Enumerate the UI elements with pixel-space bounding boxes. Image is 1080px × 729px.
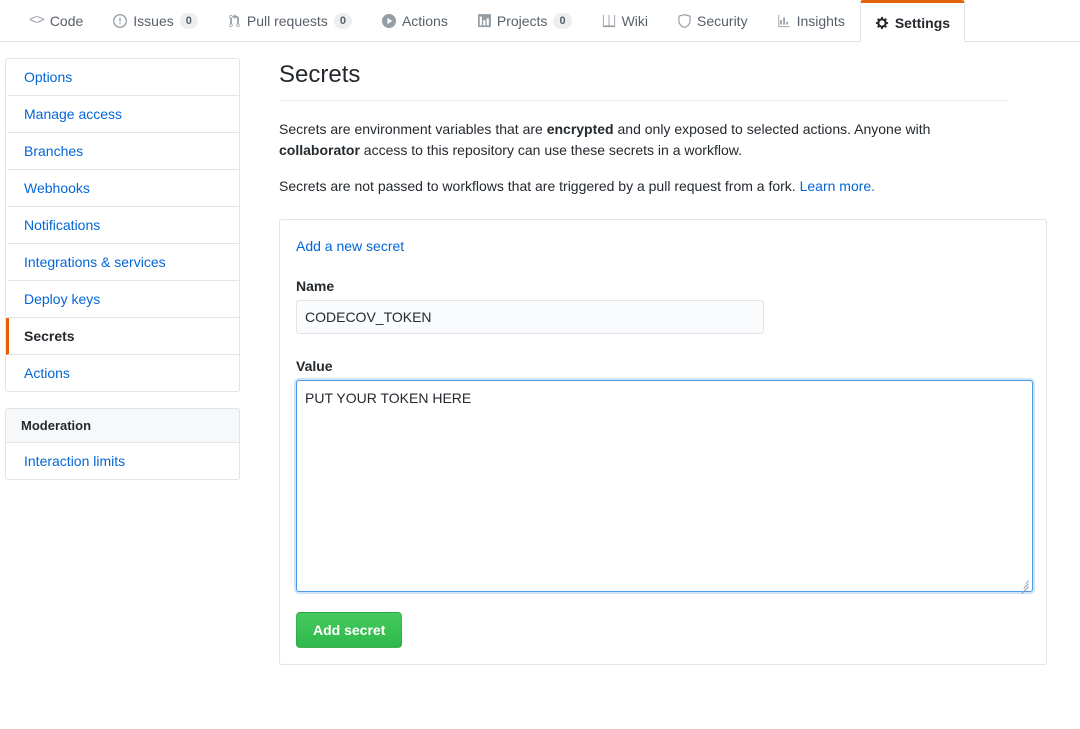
- sidebar-item-label: Options: [24, 69, 72, 85]
- sidebar-item-actions[interactable]: Actions: [6, 355, 239, 391]
- graph-icon: [778, 14, 791, 28]
- secrets-description-secondary: Secrets are not passed to workflows that…: [279, 176, 1009, 198]
- repo-nav: <> Code Issues 0 Pull requests 0 Actions…: [0, 0, 1080, 42]
- add-secret-card: Add a new secret Name Value Add secret: [279, 219, 1047, 665]
- sidebar-item-notifications[interactable]: Notifications: [6, 207, 239, 244]
- sidebar-item-interaction-limits[interactable]: Interaction limits: [6, 443, 239, 479]
- issue-opened-icon: [113, 14, 127, 28]
- git-pull-request-icon: [228, 14, 241, 28]
- tab-settings[interactable]: Settings: [860, 0, 965, 42]
- settings-sidebar: Options Manage access Branches Webhooks …: [5, 58, 240, 665]
- sidebar-item-options[interactable]: Options: [6, 59, 239, 96]
- sidebar-item-label: Interaction limits: [24, 453, 125, 469]
- sidebar-item-branches[interactable]: Branches: [6, 133, 239, 170]
- tab-label: Projects: [497, 13, 548, 29]
- tab-issues[interactable]: Issues 0: [98, 0, 213, 41]
- sidebar-item-manage-access[interactable]: Manage access: [6, 96, 239, 133]
- sidebar-item-label: Integrations & services: [24, 254, 166, 270]
- secret-value-textarea[interactable]: [296, 380, 1033, 592]
- tab-security[interactable]: Security: [663, 0, 763, 41]
- tab-label: Code: [50, 13, 83, 29]
- shield-icon: [678, 14, 691, 28]
- projects-counter: 0: [553, 13, 571, 29]
- value-field-label: Value: [296, 358, 1030, 374]
- sidebar-item-secrets[interactable]: Secrets: [6, 318, 239, 355]
- main-content: Secrets Secrets are environment variable…: [240, 58, 1045, 665]
- play-icon: [382, 14, 396, 28]
- secret-value-wrapper: [296, 380, 1033, 592]
- settings-menu-primary: Options Manage access Branches Webhooks …: [5, 58, 240, 392]
- project-board-icon: [478, 14, 491, 28]
- add-secret-button[interactable]: Add secret: [296, 612, 402, 648]
- tab-label: Issues: [133, 13, 173, 29]
- tab-label: Wiki: [622, 13, 648, 29]
- gear-icon: [875, 16, 889, 30]
- tab-label: Pull requests: [247, 13, 328, 29]
- sidebar-item-label: Branches: [24, 143, 83, 159]
- secrets-description-primary: Secrets are environment variables that a…: [279, 119, 1009, 162]
- desc-bold-collaborator: collaborator: [279, 142, 360, 158]
- tab-insights[interactable]: Insights: [763, 0, 860, 41]
- tab-projects[interactable]: Projects 0: [463, 0, 587, 41]
- book-icon: [602, 14, 616, 28]
- tab-wiki[interactable]: Wiki: [587, 0, 663, 41]
- issues-counter: 0: [180, 13, 198, 29]
- desc-text-3: access to this repository can use these …: [360, 142, 742, 158]
- learn-more-link[interactable]: Learn more.: [800, 178, 875, 194]
- settings-menu-moderation: Moderation Interaction limits: [5, 408, 240, 480]
- tab-code[interactable]: <> Code: [14, 0, 98, 41]
- sidebar-item-webhooks[interactable]: Webhooks: [6, 170, 239, 207]
- add-new-secret-heading[interactable]: Add a new secret: [296, 238, 1030, 254]
- desc-bold-encrypted: encrypted: [547, 121, 614, 137]
- sidebar-group-heading: Moderation: [6, 409, 239, 443]
- desc-text-2: and only exposed to selected actions. An…: [614, 121, 931, 137]
- secret-name-input[interactable]: [296, 300, 764, 334]
- name-field-label: Name: [296, 278, 1030, 294]
- desc-text-1: Secrets are environment variables that a…: [279, 121, 547, 137]
- sidebar-item-label: Notifications: [24, 217, 100, 233]
- tab-label: Security: [697, 13, 748, 29]
- tab-label: Actions: [402, 13, 448, 29]
- code-icon: <>: [29, 13, 44, 29]
- sidebar-item-deploy-keys[interactable]: Deploy keys: [6, 281, 239, 318]
- sidebar-item-label: Deploy keys: [24, 291, 100, 307]
- tab-pull-requests[interactable]: Pull requests 0: [213, 0, 367, 41]
- page-body: Options Manage access Branches Webhooks …: [0, 42, 1080, 665]
- sidebar-item-integrations-services[interactable]: Integrations & services: [6, 244, 239, 281]
- page-title: Secrets: [279, 58, 1009, 101]
- sidebar-item-label: Actions: [24, 365, 70, 381]
- desc-fork-text: Secrets are not passed to workflows that…: [279, 178, 800, 194]
- sidebar-item-label: Secrets: [24, 328, 75, 344]
- tab-label: Settings: [895, 15, 950, 31]
- tab-actions[interactable]: Actions: [367, 0, 463, 41]
- pull-requests-counter: 0: [334, 13, 352, 29]
- sidebar-item-label: Manage access: [24, 106, 122, 122]
- sidebar-item-label: Webhooks: [24, 180, 90, 196]
- tab-label: Insights: [797, 13, 845, 29]
